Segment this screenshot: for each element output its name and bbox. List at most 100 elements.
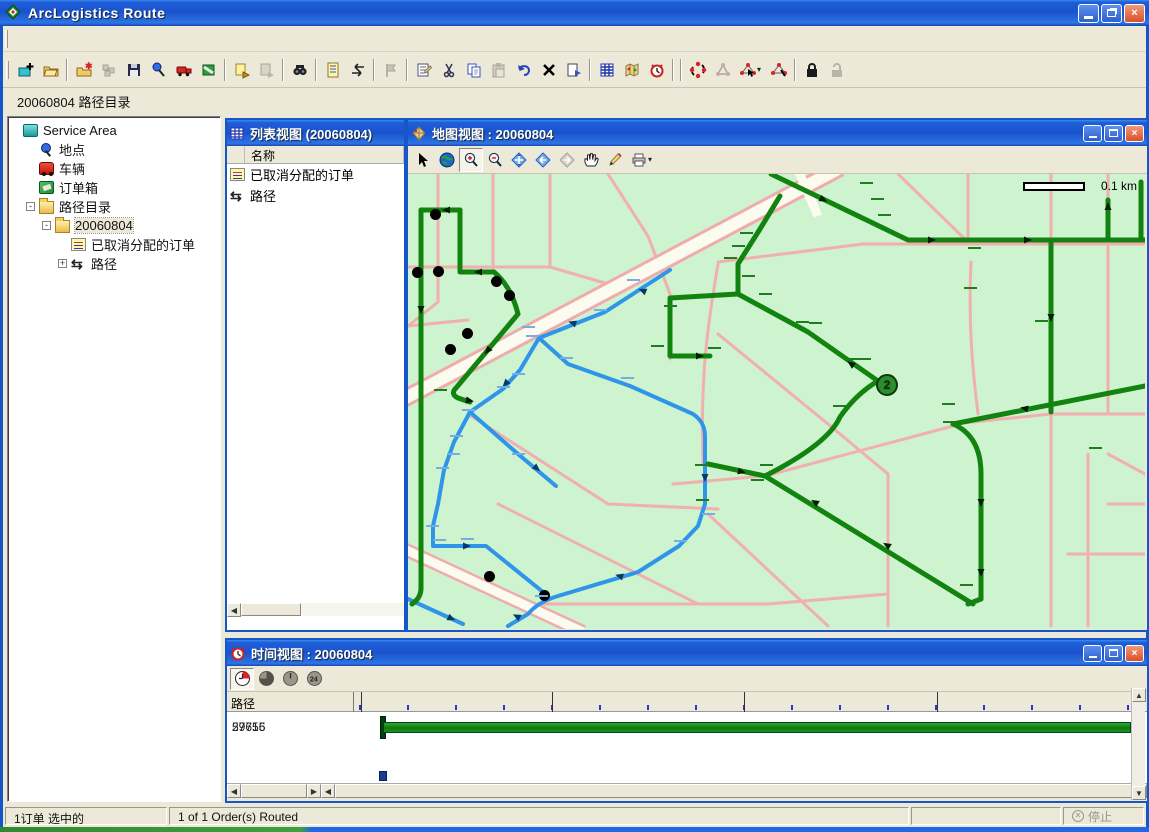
map-stop-label[interactable] (796, 321, 809, 323)
tree-item-label[interactable]: 已取消分配的订单 (91, 235, 195, 254)
tree-item[interactable]: - 20060804 (42, 216, 218, 235)
toolbar-grip[interactable] (6, 61, 9, 79)
zoom-in-icon[interactable] (459, 148, 483, 172)
map-stop-label[interactable] (696, 499, 709, 501)
map-stop-label[interactable] (708, 347, 721, 349)
map-stop-label[interactable] (845, 358, 858, 360)
map-close-button[interactable]: × (1125, 125, 1144, 142)
close-button[interactable]: × (1124, 4, 1145, 23)
map-stop-label[interactable] (535, 595, 548, 597)
clock-quarter-icon[interactable] (230, 668, 254, 690)
tree-item-label[interactable]: 车辆 (59, 159, 85, 178)
menu-item[interactable] (66, 27, 84, 50)
minimize-button[interactable] (1078, 4, 1099, 23)
list-header-name-column[interactable]: 名称 (245, 146, 404, 163)
paste-disabled-icon[interactable] (486, 57, 511, 82)
unlock-disabled-icon[interactable] (824, 57, 849, 82)
menu-item[interactable] (84, 27, 102, 50)
scroll-left-icon[interactable]: ◀ (227, 784, 241, 798)
map-stop-label[interactable] (742, 275, 755, 277)
save-icon[interactable] (121, 57, 146, 82)
sequence-disabled-icon[interactable] (710, 57, 735, 82)
map-stop-label[interactable] (664, 305, 677, 307)
clock-half-icon[interactable] (254, 668, 278, 690)
map-stop-label[interactable] (724, 257, 737, 259)
tree-item[interactable]: + 路径 (58, 254, 218, 273)
map-stop-label[interactable] (1089, 447, 1102, 449)
map-view-icon[interactable] (619, 57, 644, 82)
tree-item-label[interactable]: 路径目录 (59, 197, 111, 216)
open-icon[interactable] (38, 57, 63, 82)
map-stop-label[interactable] (462, 409, 475, 411)
list-view-titlebar[interactable]: 列表视图 (20060804) (227, 120, 404, 146)
tree-expander-icon[interactable]: - (26, 202, 35, 211)
select-route-dropdown-icon[interactable]: ▾ (757, 65, 766, 74)
tree-item-label[interactable]: 路径 (91, 254, 117, 273)
tree-expander-icon[interactable]: - (42, 221, 51, 230)
list-row-label[interactable]: 已取消分配的订单 (250, 165, 354, 184)
import-disabled-icon[interactable] (254, 57, 279, 82)
print-dropdown-icon[interactable]: ▾ (648, 155, 657, 164)
map-stop-label[interactable] (878, 214, 891, 216)
map-stop-label[interactable] (522, 326, 535, 328)
list-row[interactable]: 已取消分配的订单 (227, 164, 404, 185)
tree-item[interactable]: - 路径目录 (26, 197, 218, 216)
forward-extent-icon[interactable] (555, 148, 579, 172)
map-view-titlebar[interactable]: 地图视图 : 20060804 × (408, 120, 1147, 146)
pan-hand-icon[interactable] (579, 148, 603, 172)
route-tools-icon[interactable] (345, 57, 370, 82)
lock-icon[interactable] (799, 57, 824, 82)
time-cursor-marker[interactable] (379, 771, 387, 781)
map-stop-label[interactable] (751, 479, 764, 481)
route-id[interactable]: 29756 (232, 720, 265, 734)
map-stop-label[interactable] (560, 357, 573, 359)
tree-item-label[interactable]: 地点 (59, 140, 85, 159)
map-maximize-button[interactable] (1104, 125, 1123, 142)
tree-item-label[interactable]: 20060804 (75, 218, 133, 233)
menu-item[interactable] (48, 27, 66, 50)
properties-icon[interactable] (411, 57, 436, 82)
stop-button[interactable]: ✕ 停止 (1063, 807, 1144, 825)
map-stop-label[interactable] (512, 373, 525, 375)
restore-button[interactable] (1101, 4, 1122, 23)
map-stop-label[interactable] (760, 464, 773, 466)
list-header-icon-column[interactable] (227, 146, 245, 163)
route-badge[interactable]: 2 (876, 374, 898, 396)
menu-item[interactable] (120, 27, 138, 50)
scroll-up-icon[interactable]: ▲ (1132, 688, 1146, 702)
list-row[interactable]: 路径 (227, 185, 404, 206)
routes-column-header[interactable]: 路径 (231, 695, 255, 712)
map-stop-label[interactable] (621, 377, 634, 379)
time-maximize-button[interactable] (1104, 645, 1123, 662)
map-stop-label[interactable] (434, 389, 447, 391)
scroll-right-icon[interactable]: ▶ (307, 784, 321, 798)
undo-icon[interactable] (511, 57, 536, 82)
list-row-label[interactable]: 路径 (250, 186, 276, 205)
list-view-icon[interactable] (594, 57, 619, 82)
map-stop-label[interactable] (833, 405, 846, 407)
map-stop-label[interactable] (627, 279, 640, 281)
map-minimize-button[interactable] (1083, 125, 1102, 142)
unselect-route-icon[interactable] (766, 57, 791, 82)
map-stop-label[interactable] (436, 467, 449, 469)
map-stop-label[interactable] (809, 322, 822, 324)
map-stop-label[interactable] (740, 232, 753, 234)
map-stop-label[interactable] (964, 287, 977, 289)
map-stop-label[interactable] (960, 584, 973, 586)
scroll-left-icon[interactable]: ◀ (321, 784, 335, 798)
map-stop-label[interactable] (426, 525, 439, 527)
time-ruler[interactable] (353, 692, 1133, 712)
map-stop-label[interactable] (860, 182, 873, 184)
build-routes-icon[interactable] (685, 57, 710, 82)
orders-list-icon[interactable] (320, 57, 345, 82)
copy-icon[interactable] (461, 57, 486, 82)
tree-item[interactable]: 车辆 (26, 159, 218, 178)
map-stop-label[interactable] (732, 245, 745, 247)
scroll-thumb[interactable] (241, 784, 307, 798)
menu-item[interactable] (30, 27, 48, 50)
time-row[interactable]: 29756 (227, 712, 1147, 742)
tree-item[interactable]: 订单箱 (26, 178, 218, 197)
map-stop-label[interactable] (450, 435, 463, 437)
map-stop-label[interactable] (942, 403, 955, 405)
map-stop-label[interactable] (674, 540, 687, 542)
